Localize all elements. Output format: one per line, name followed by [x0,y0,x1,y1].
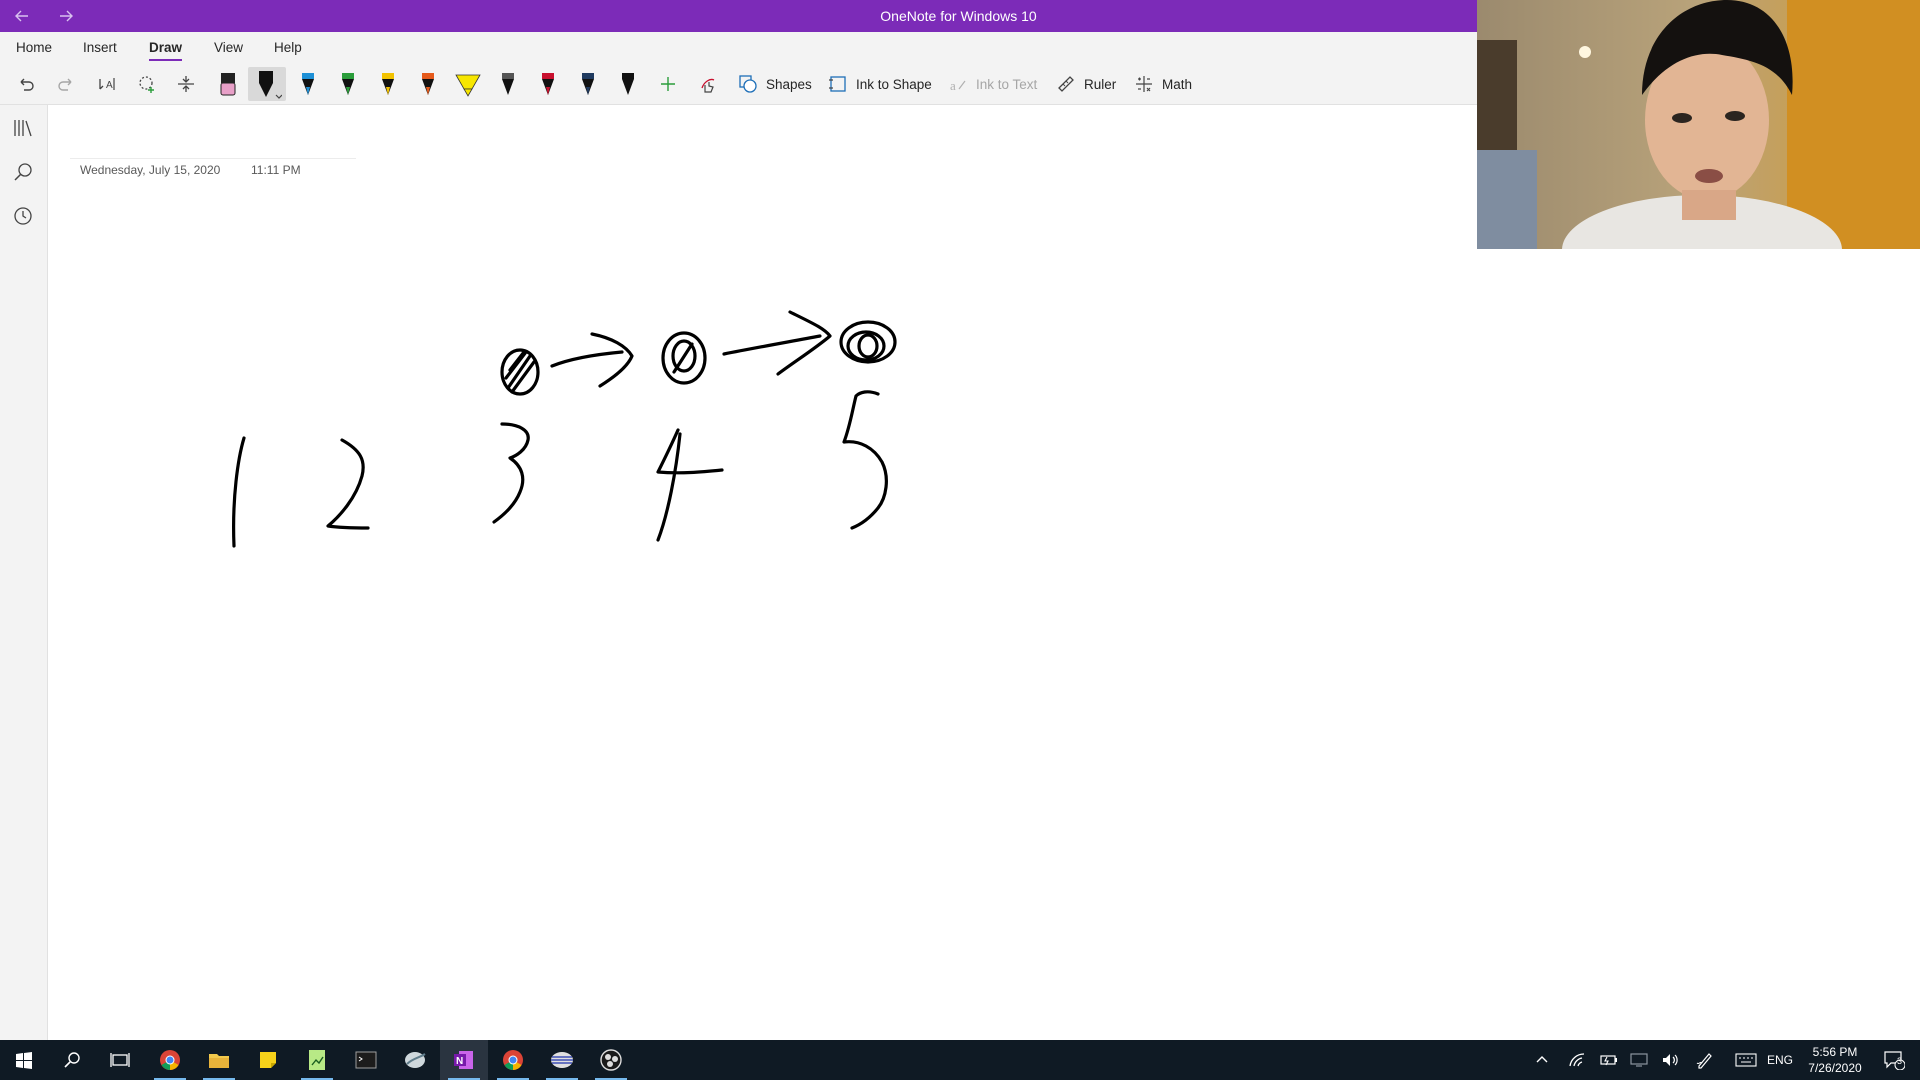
shapes-button[interactable]: Shapes [738,70,812,98]
onenote-icon[interactable]: N [440,1040,488,1080]
display-icon[interactable] [1626,1040,1652,1080]
ink-digit-4 [656,428,724,542]
ink-digit-5 [842,390,888,530]
navy-pen-icon[interactable] [574,70,602,98]
battery-icon[interactable] [1596,1040,1622,1080]
ink-circle-node [839,320,897,364]
action-center-icon[interactable]: 3 [1876,1040,1912,1080]
task-view-icon[interactable] [96,1040,144,1080]
ink-to-shape-button[interactable]: Ink to Shape [828,70,932,98]
spreadsheet-app-icon[interactable] [293,1040,341,1080]
window-title: OneNote for Windows 10 [880,8,1037,24]
tab-view[interactable]: View [214,40,243,55]
tab-insert[interactable]: Insert [83,40,117,55]
tab-draw[interactable]: Draw [149,40,183,61]
lasso-select-icon[interactable] [133,70,161,98]
windows-start-icon[interactable] [0,1040,48,1080]
ink-touch-icon[interactable] [694,70,722,98]
notebooks-icon[interactable] [12,117,34,139]
math-button[interactable]: Math [1134,70,1192,98]
ink-to-text-button[interactable]: a Ink to Text [948,70,1037,98]
pen-workspace-icon[interactable] [1692,1040,1718,1080]
ink-digit-2 [326,438,370,530]
shapes-icon [739,75,757,93]
ruler-icon [1058,76,1074,92]
ink-to-shape-icon [829,76,846,92]
svg-text:N: N [456,1056,463,1067]
volume-icon[interactable] [1657,1040,1683,1080]
clock-time: 5:56 PM [1812,1045,1858,1059]
file-explorer-icon[interactable] [195,1040,243,1080]
svg-text:A: A [106,80,113,91]
system-clock[interactable]: 5:56 PM 7/26/2020 [1798,1044,1872,1076]
ink-circle-node [500,348,540,396]
ink-digit-3 [492,422,530,524]
ink-canvas[interactable] [0,0,1477,1040]
math-label: Math [1162,76,1193,92]
webcam-overlay [1477,0,1920,249]
app-globe-icon[interactable] [391,1040,439,1080]
ink-circle-node [661,331,707,385]
draw-toolbar: A Shapes Ink to Shape a Ink to Text Rule… [0,64,1477,105]
redo-icon[interactable] [52,70,80,98]
yellow-highlighter-icon[interactable] [452,70,484,98]
black-pen-icon[interactable] [614,70,642,98]
search-taskbar-icon[interactable] [48,1040,96,1080]
math-icon [1136,76,1152,92]
add-pen-icon[interactable] [654,70,682,98]
chrome-icon[interactable] [146,1040,194,1080]
ink-arrow [722,310,832,376]
tab-home[interactable]: Home [16,40,52,55]
show-hidden-icons-icon[interactable] [1530,1040,1554,1080]
undo-icon[interactable] [12,70,40,98]
ink-to-text-icon: a [950,78,966,93]
red-pen-icon[interactable] [534,70,562,98]
obs-studio-icon[interactable] [587,1040,635,1080]
ink-arrow [550,332,634,388]
ribbon-tabs: Home Insert Draw View Help [0,32,1477,64]
chrome-profile-icon[interactable] [489,1040,537,1080]
touch-keyboard-icon[interactable] [1732,1040,1760,1080]
add-space-icon[interactable] [172,70,200,98]
left-navigation-rail [0,105,48,1040]
svg-text:a: a [950,78,956,93]
page-time: 11:11 PM [251,163,301,177]
terminal-icon[interactable] [342,1040,390,1080]
app-stripes-icon[interactable] [538,1040,586,1080]
select-text-icon[interactable]: A [93,70,121,98]
green-pen-icon[interactable] [334,70,362,98]
ruler-button[interactable]: Ruler [1056,70,1116,98]
blue-pen-icon[interactable] [294,70,322,98]
eraser-tool-icon[interactable] [214,70,242,98]
orange-pen-icon[interactable] [414,70,442,98]
ruler-label: Ruler [1084,76,1117,92]
title-bar: OneNote for Windows 10 [0,0,1477,32]
black-pen-selected-icon[interactable] [248,67,286,101]
sticky-notes-icon[interactable] [244,1040,292,1080]
shapes-label: Shapes [766,76,812,92]
ink-to-text-label: Ink to Text [976,76,1038,92]
page-date: Wednesday, July 15, 2020 [80,163,221,177]
wifi-icon[interactable] [1564,1040,1590,1080]
recent-notes-icon[interactable] [12,205,34,227]
search-icon[interactable] [12,161,34,183]
input-language[interactable]: ENG [1764,1040,1796,1080]
yellow-pen-icon[interactable] [374,70,402,98]
windows-taskbar: N ENG 5:56 PM 7/26/2020 3 [0,1040,1920,1080]
ink-to-shape-label: Ink to Shape [856,76,932,92]
ink-digit-1 [232,436,246,548]
dark-pen-1-icon[interactable] [494,70,522,98]
page-title-line[interactable] [70,158,356,159]
notification-count: 3 [1897,1056,1903,1066]
clock-date: 7/26/2020 [1808,1061,1862,1075]
tab-help[interactable]: Help [274,40,302,55]
